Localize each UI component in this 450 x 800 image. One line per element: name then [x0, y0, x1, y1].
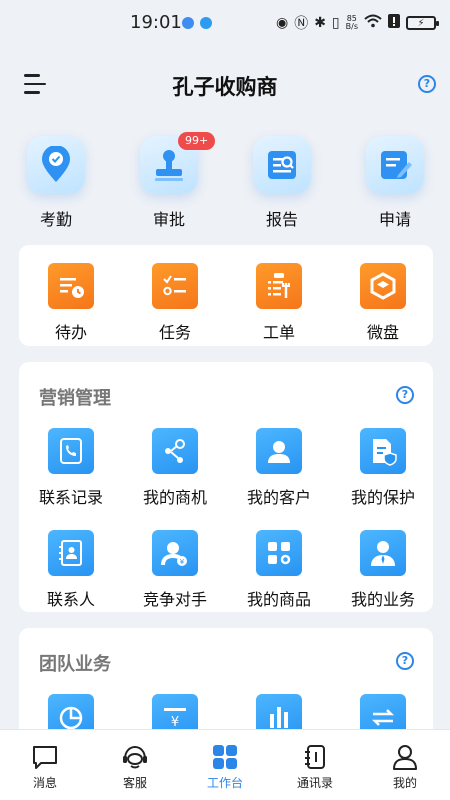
svg-text:¥: ¥: [180, 558, 185, 566]
marketing-card: 营销管理 ? 联系记录 我的商机 我的客户 我的保护 联系人 ¥ 竞争对手 我的…: [19, 362, 433, 612]
app-header: 孔子收购商 ?: [0, 56, 450, 112]
quick-item-attendance[interactable]: 考勤: [11, 136, 101, 230]
vibrate-icon: ▯: [331, 15, 340, 31]
marketing-item-contact-record[interactable]: 联系记录: [19, 428, 123, 508]
quick-label: 申请: [378, 210, 411, 229]
application-edit-icon: [366, 136, 424, 194]
quick-item-approval[interactable]: 99+ 审批: [124, 132, 216, 230]
nav-label: 客服: [122, 776, 147, 790]
quick-item-report[interactable]: 报告: [237, 136, 327, 230]
nav-label: 工作台: [206, 776, 243, 790]
quick-label: 审批: [152, 210, 185, 229]
net-speed: 85 B/s: [346, 15, 358, 31]
contacts-book-icon: [270, 742, 360, 772]
battery-icon: ⚡: [406, 16, 439, 30]
marketing-item-customer[interactable]: 我的客户: [227, 428, 331, 508]
tool-cloud-disk[interactable]: 微盘: [331, 263, 435, 343]
marketing-label: 我的业务: [350, 590, 415, 609]
marketing-item-products[interactable]: 我的商品: [227, 530, 331, 610]
status-bar: 19:01 ◉ Ⓝ ✱ ▯ 85 B/s ⚡: [0, 0, 450, 46]
eye-icon: ◉: [275, 15, 289, 31]
marketing-label: 我的客户: [246, 488, 311, 507]
nav-label: 我的: [392, 776, 417, 790]
status-icons: ◉ Ⓝ ✱ ▯ 85 B/s ⚡: [275, 13, 439, 33]
tool-label: 任务: [158, 323, 191, 342]
address-book-icon: [48, 530, 94, 576]
customer-icon: [256, 428, 302, 474]
nav-workbench[interactable]: 工作台: [180, 742, 270, 791]
marketing-help-icon[interactable]: ?: [396, 386, 414, 404]
task-checklist-icon: [152, 263, 198, 309]
approval-badge: 99+: [178, 132, 216, 150]
tool-label: 待办: [54, 323, 87, 342]
marketing-label: 联系记录: [38, 488, 103, 507]
work-order-icon: [256, 263, 302, 309]
status-time: 19:01: [130, 12, 182, 33]
nfc-icon: Ⓝ: [294, 16, 309, 32]
marketing-item-business[interactable]: 我的业务: [331, 530, 435, 610]
message-icon: [0, 742, 90, 772]
tool-work-order[interactable]: 工单: [227, 263, 331, 343]
profile-icon: [360, 742, 450, 772]
todo-clock-icon: [48, 263, 94, 309]
competitor-icon: ¥: [152, 530, 198, 576]
headset-icon: [90, 742, 180, 772]
nav-profile[interactable]: 我的: [360, 742, 450, 791]
marketing-label: 联系人: [46, 590, 95, 609]
notification-search-icon: [200, 17, 212, 29]
page-title: 孔子收购商: [172, 75, 278, 99]
marketing-label: 我的商机: [142, 488, 207, 507]
bluetooth-icon: ✱: [314, 15, 326, 31]
quick-label: 报告: [265, 210, 298, 229]
location-check-icon: [27, 136, 85, 194]
marketing-item-opportunity[interactable]: 我的商机: [123, 428, 227, 508]
marketing-item-competitor[interactable]: ¥ 竞争对手: [123, 530, 227, 610]
tools-card: 待办 任务 工单 微盘: [19, 245, 433, 346]
team-help-icon[interactable]: ?: [396, 652, 414, 670]
svg-text:¥: ¥: [171, 715, 179, 730]
business-icon: [360, 530, 406, 576]
tool-task[interactable]: 任务: [123, 263, 227, 343]
team-title: 团队业务: [39, 654, 111, 675]
products-icon: [256, 530, 302, 576]
help-icon[interactable]: ?: [418, 75, 436, 93]
quick-item-application[interactable]: 申请: [350, 136, 440, 230]
marketing-label: 我的商品: [246, 590, 311, 609]
quick-label: 考勤: [39, 210, 72, 229]
nav-contacts[interactable]: 通讯录: [270, 742, 360, 791]
contact-record-icon: [48, 428, 94, 474]
net-speed-unit: B/s: [345, 22, 358, 31]
report-search-icon: [253, 136, 311, 194]
marketing-label: 我的保护: [350, 488, 415, 507]
cloud-disk-icon: [360, 263, 406, 309]
nav-messages[interactable]: 消息: [0, 742, 90, 791]
tool-label: 工单: [262, 323, 295, 342]
quick-actions: 考勤 99+ 审批 报告 申请: [0, 132, 450, 231]
notification-app-icon: [182, 17, 194, 29]
opportunity-icon: [152, 428, 198, 474]
marketing-item-contacts[interactable]: 联系人: [19, 530, 123, 610]
bottom-nav: 消息 客服 工作台 通讯录 我的: [0, 729, 450, 800]
marketing-title: 营销管理: [39, 388, 111, 409]
workbench-grid-icon: [180, 742, 270, 772]
tool-todo[interactable]: 待办: [19, 263, 123, 343]
nav-label: 通讯录: [296, 776, 333, 790]
wifi-icon: [364, 14, 382, 32]
nav-label: 消息: [32, 776, 57, 790]
marketing-label: 竞争对手: [142, 590, 207, 609]
tool-label: 微盘: [366, 323, 399, 342]
alert-icon: [388, 14, 400, 32]
marketing-item-protection[interactable]: 我的保护: [331, 428, 435, 508]
protection-icon: [360, 428, 406, 474]
nav-service[interactable]: 客服: [90, 742, 180, 791]
